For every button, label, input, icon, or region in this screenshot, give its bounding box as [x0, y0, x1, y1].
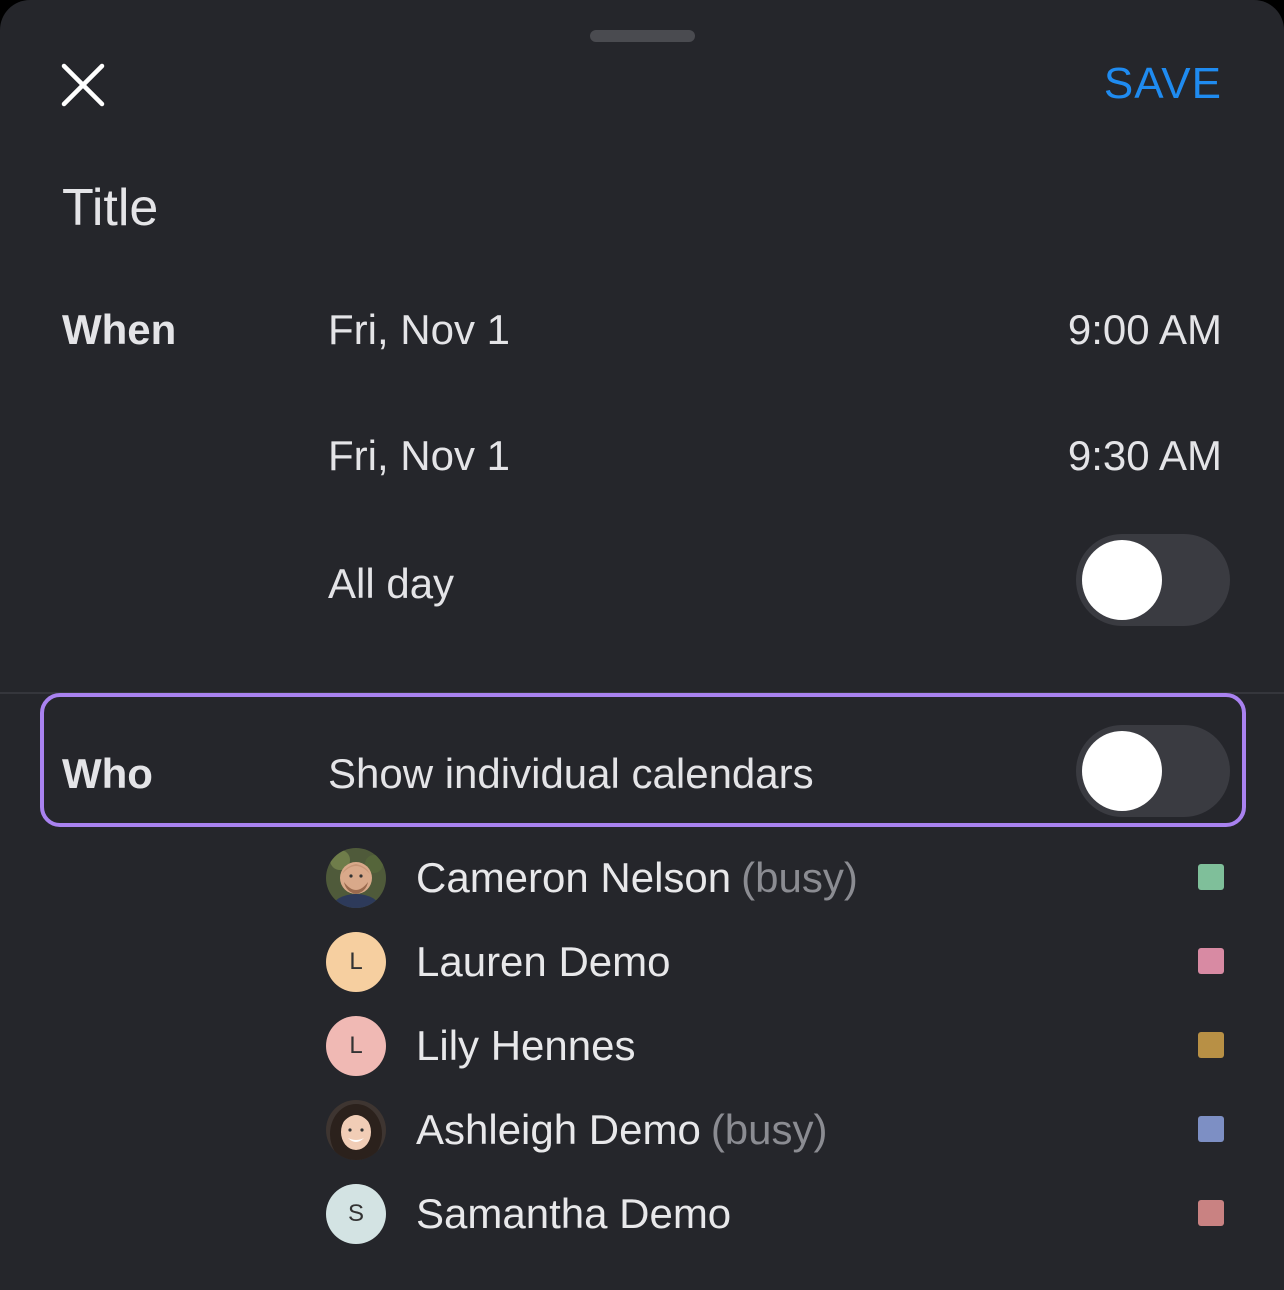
member-name: Lily Hennes — [416, 1020, 645, 1072]
who-label: Who — [62, 750, 153, 797]
avatar: L — [326, 932, 386, 992]
member-row[interactable]: L Lily Hennes — [326, 1014, 1226, 1078]
avatar-photo-icon — [326, 848, 386, 908]
avatar-initial: L — [349, 1032, 363, 1059]
start-time[interactable]: 9:00 AM — [1068, 306, 1222, 354]
end-time[interactable]: 9:30 AM — [1068, 432, 1222, 480]
toggle-knob — [1082, 540, 1162, 620]
calendar-color-swatch — [1198, 1032, 1224, 1058]
avatar-photo-icon — [326, 1100, 386, 1160]
show-calendars-toggle[interactable] — [1076, 725, 1230, 817]
busy-status: (busy) — [710, 1106, 828, 1153]
show-calendars-label: Show individual calendars — [328, 750, 814, 797]
start-date[interactable]: Fri, Nov 1 — [328, 306, 510, 354]
when-label: When — [62, 306, 177, 353]
member-name: Samantha Demo — [416, 1188, 741, 1240]
avatar — [326, 1100, 386, 1160]
calendar-color-swatch — [1198, 864, 1224, 890]
member-row[interactable]: Cameron Nelson (busy) — [326, 846, 1226, 910]
member-name-text: Samantha Demo — [416, 1190, 732, 1237]
avatar: L — [326, 1016, 386, 1076]
avatar-initial: L — [349, 948, 363, 975]
member-name: Cameron Nelson (busy) — [416, 852, 858, 904]
close-button[interactable] — [58, 60, 108, 110]
member-row[interactable]: S Samantha Demo — [326, 1182, 1226, 1246]
member-name-text: Lauren Demo — [416, 938, 671, 985]
member-name: Ashleigh Demo (busy) — [416, 1104, 828, 1156]
event-editor-sheet: SAVE Title When Fri, Nov 1 9:00 AM Fri, … — [0, 0, 1284, 1290]
all-day-label: All day — [328, 560, 455, 607]
save-button[interactable]: SAVE — [1104, 58, 1222, 110]
calendar-color-swatch — [1198, 1200, 1224, 1226]
member-name-text: Lily Hennes — [416, 1022, 636, 1069]
end-date[interactable]: Fri, Nov 1 — [328, 432, 510, 480]
member-name-text: Ashleigh Demo — [416, 1106, 701, 1153]
member-row[interactable]: Ashleigh Demo (busy) — [326, 1098, 1226, 1162]
avatar — [326, 848, 386, 908]
all-day-toggle[interactable] — [1076, 534, 1230, 626]
avatar-initial: S — [347, 1200, 364, 1227]
toggle-knob — [1082, 731, 1162, 811]
sheet-grabber[interactable] — [590, 30, 695, 42]
member-name: Lauren Demo — [416, 936, 680, 988]
member-row[interactable]: L Lauren Demo — [326, 930, 1226, 994]
title-input[interactable]: Title — [62, 178, 158, 238]
calendar-color-swatch — [1198, 948, 1224, 974]
member-name-text: Cameron Nelson — [416, 854, 732, 901]
avatar: S — [326, 1184, 386, 1244]
busy-status: (busy) — [741, 854, 858, 901]
calendar-color-swatch — [1198, 1116, 1224, 1142]
close-icon — [61, 63, 105, 107]
